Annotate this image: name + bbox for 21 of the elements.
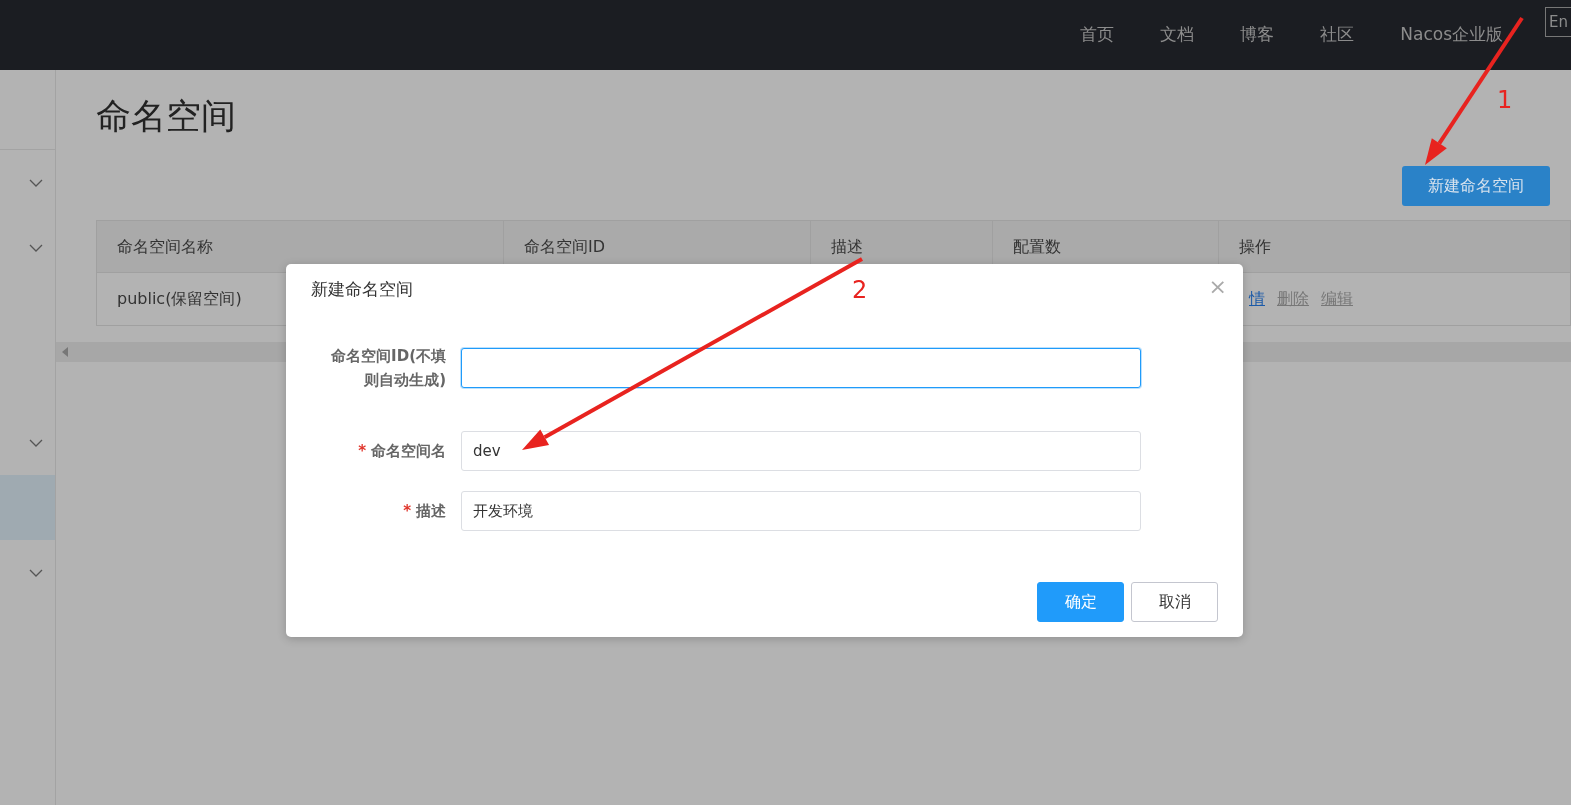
nav-link[interactable]: 文档: [1160, 22, 1195, 48]
column-header: 命名空间名称: [97, 221, 504, 273]
confirm-button[interactable]: 确定: [1037, 582, 1124, 622]
language-button[interactable]: En: [1545, 7, 1571, 37]
nav-link[interactable]: 博客: [1240, 22, 1275, 48]
field-label: 命名空间ID(不填则自动生成): [330, 346, 447, 391]
cancel-button[interactable]: 取消: [1131, 582, 1218, 622]
dialog-title: 新建命名空间: [311, 279, 413, 300]
nav-link[interactable]: 首页: [1080, 22, 1115, 48]
field-label: * 命名空间名: [357, 441, 447, 462]
column-header: 操作: [1219, 221, 1571, 273]
nav-link[interactable]: 社区: [1320, 22, 1355, 48]
annotation-number: 2: [852, 278, 868, 302]
page-title: 命名空间: [96, 95, 236, 138]
field-label: * 描述: [402, 501, 447, 522]
nav-link[interactable]: Nacos企业版: [1400, 22, 1503, 48]
action-link[interactable]: 情: [1249, 287, 1265, 311]
input-field[interactable]: dev: [461, 431, 1141, 471]
annotation-number: 1: [1497, 88, 1513, 112]
new-namespace-button[interactable]: 新建命名空间: [1402, 166, 1550, 206]
input-field[interactable]: 开发环境: [461, 491, 1141, 531]
